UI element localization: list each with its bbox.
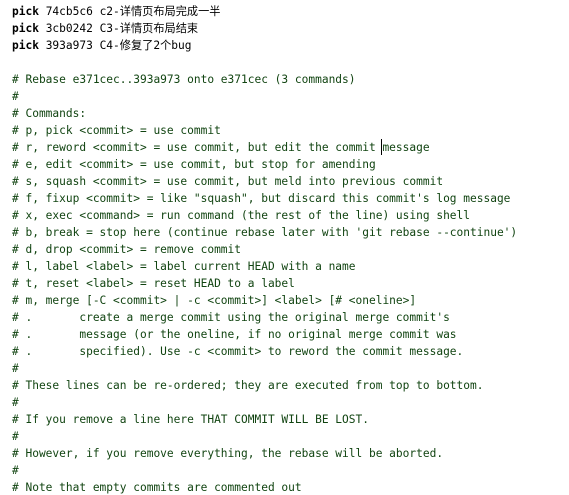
comment-line: #: [12, 430, 19, 443]
todo-action: pick: [12, 22, 39, 35]
todo-action: pick: [12, 5, 39, 18]
comment-line: # b, break = stop here (continue rebase …: [12, 226, 518, 239]
rebase-todo-editor[interactable]: pick 74cb5c6 c2-详情页布局完成一半 pick 3cb0242 C3…: [0, 0, 569, 495]
comment-line: # . message (or the oneline, if no origi…: [12, 328, 457, 341]
comment-line: # f, fixup <commit> = like "squash", but…: [12, 192, 511, 205]
comment-line: # . create a merge commit using the orig…: [12, 311, 450, 324]
comment-line: # x, exec <command> = run command (the r…: [12, 209, 471, 222]
todo-line: pick 393a973 C4-修复了2个bug: [12, 37, 191, 54]
todo-line: pick 3cb0242 C3-详情页布局结束: [12, 20, 198, 37]
comment-line: # Note that empty commits are commented …: [12, 481, 302, 494]
todo-commit-info: 393a973 C4-修复了2个bug: [38, 39, 192, 52]
comment-line: #: [12, 90, 19, 103]
comment-line: # These lines can be re-ordered; they ar…: [12, 379, 484, 392]
comment-line: #: [12, 396, 19, 409]
comment-line: # l, label <label> = label current HEAD …: [12, 260, 356, 273]
comment-line: #: [12, 362, 19, 375]
comment-line: # . specified). Use -c <commit> to rewor…: [12, 345, 464, 358]
comment-line: # Commands:: [12, 107, 87, 120]
todo-action: pick: [12, 39, 39, 52]
comment-line: # s, squash <commit> = use commit, but m…: [12, 175, 444, 188]
comment-line: # e, edit <commit> = use commit, but sto…: [12, 158, 376, 171]
comment-line: # However, if you remove everything, the…: [12, 447, 444, 460]
todo-commit-info: 3cb0242 C3-详情页布局结束: [38, 22, 199, 35]
todo-line: pick 74cb5c6 c2-详情页布局完成一半: [12, 3, 220, 20]
comment-line: # Rebase e371cec..393a973 onto e371cec (…: [12, 73, 356, 86]
comment-line: # If you remove a line here THAT COMMIT …: [12, 413, 369, 426]
comment-line: #: [12, 464, 19, 477]
comment-line: # m, merge [-C <commit> | -c <commit>] <…: [12, 294, 417, 307]
comment-line: # p, pick <commit> = use commit: [12, 124, 221, 137]
comment-line: # t, reset <label> = reset HEAD to a lab…: [12, 277, 295, 290]
comment-line: # d, drop <commit> = remove commit: [12, 243, 242, 256]
comment-line: # r, reword <commit> = use commit, but e…: [12, 141, 430, 154]
text-cursor: [381, 139, 382, 155]
todo-commit-info: 74cb5c6 c2-详情页布局完成一半: [38, 5, 221, 18]
